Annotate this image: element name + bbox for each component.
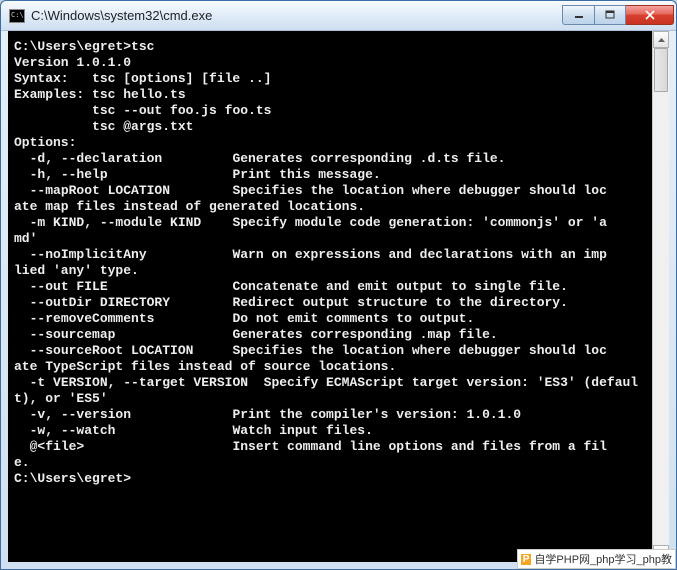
watermark-text: 自学PHP网_php学习_php教: [534, 551, 672, 567]
terminal-line: -t VERSION, --target VERSION Specify ECM…: [14, 375, 648, 391]
cmd-window: C:\ C:\Windows\system32\cmd.exe C:\Users…: [0, 0, 677, 570]
watermark-badge: P: [521, 554, 532, 565]
cmd-icon: C:\: [9, 9, 25, 23]
terminal-line: --out FILE Concatenate and emit output t…: [14, 279, 648, 295]
terminal-line: Syntax: tsc [options] [file ..]: [14, 71, 648, 87]
scroll-up-button[interactable]: [653, 31, 669, 48]
maximize-button[interactable]: [594, 5, 626, 25]
terminal-line: --sourceRoot LOCATION Specifies the loca…: [14, 343, 648, 359]
terminal-line: Version 1.0.1.0: [14, 55, 648, 71]
close-icon: [644, 10, 656, 20]
terminal-output[interactable]: C:\Users\egret>tscVersion 1.0.1.0Syntax:…: [8, 31, 652, 562]
terminal-line: C:\Users\egret>tsc: [14, 39, 648, 55]
minimize-button[interactable]: [562, 5, 594, 25]
terminal-line: -m KIND, --module KIND Specify module co…: [14, 215, 648, 231]
terminal-line: Options:: [14, 135, 648, 151]
titlebar[interactable]: C:\ C:\Windows\system32\cmd.exe: [1, 1, 676, 31]
vertical-scrollbar[interactable]: [652, 31, 669, 562]
terminal-line: e.: [14, 455, 648, 471]
terminal-line: --removeComments Do not emit comments to…: [14, 311, 648, 327]
terminal-line: ate map files instead of generated locat…: [14, 199, 648, 215]
terminal-line: md': [14, 231, 648, 247]
scroll-thumb[interactable]: [654, 48, 668, 92]
chevron-up-icon: [658, 38, 665, 42]
maximize-icon: [605, 10, 615, 20]
terminal-line: -d, --declaration Generates correspondin…: [14, 151, 648, 167]
terminal-line: Examples: tsc hello.ts: [14, 87, 648, 103]
terminal-line: --outDir DIRECTORY Redirect output struc…: [14, 295, 648, 311]
cursor: [131, 473, 139, 486]
watermark: P 自学PHP网_php学习_php教: [517, 549, 676, 569]
terminal-line: -h, --help Print this message.: [14, 167, 648, 183]
terminal-line: t), or 'ES5': [14, 391, 648, 407]
client-area: C:\Users\egret>tscVersion 1.0.1.0Syntax:…: [8, 31, 669, 562]
minimize-icon: [574, 10, 584, 20]
terminal-line: tsc --out foo.js foo.ts: [14, 103, 648, 119]
terminal-line: -w, --watch Watch input files.: [14, 423, 648, 439]
terminal-line: lied 'any' type.: [14, 263, 648, 279]
scroll-track[interactable]: [653, 48, 669, 545]
terminal-line: --sourcemap Generates corresponding .map…: [14, 327, 648, 343]
window-title: C:\Windows\system32\cmd.exe: [31, 8, 562, 23]
terminal-line: C:\Users\egret>: [14, 471, 648, 487]
terminal-line: ate TypeScript files instead of source l…: [14, 359, 648, 375]
close-button[interactable]: [626, 5, 674, 25]
terminal-line: -v, --version Print the compiler's versi…: [14, 407, 648, 423]
terminal-line: --noImplicitAny Warn on expressions and …: [14, 247, 648, 263]
terminal-line: --mapRoot LOCATION Specifies the locatio…: [14, 183, 648, 199]
terminal-line: @<file> Insert command line options and …: [14, 439, 648, 455]
terminal-line: tsc @args.txt: [14, 119, 648, 135]
window-controls: [562, 5, 674, 27]
